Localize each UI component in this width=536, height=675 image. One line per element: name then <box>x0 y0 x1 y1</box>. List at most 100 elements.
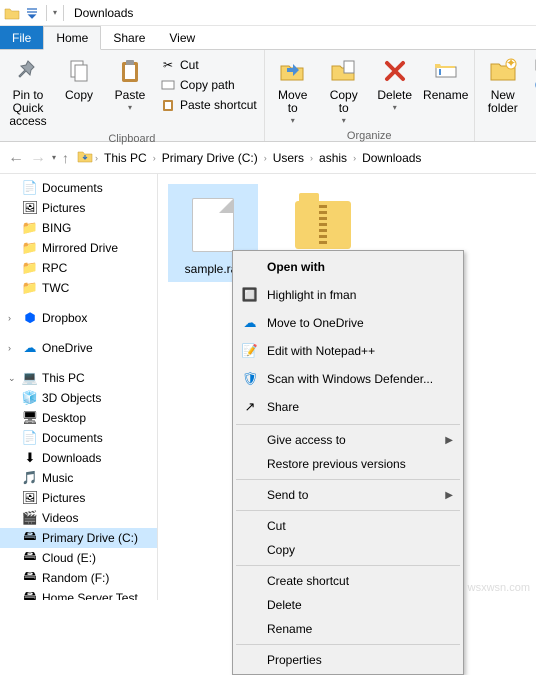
blank-icon <box>241 258 259 276</box>
submenu-arrow-icon: ▶ <box>445 490 453 501</box>
back-button[interactable]: ← <box>8 149 24 167</box>
sidebar-item-rpc[interactable]: 📁RPC <box>0 258 157 278</box>
documents-icon: 📄 <box>22 430 38 446</box>
copy-path-button[interactable]: Copy path <box>157 75 260 95</box>
chevron-down-icon: ▾ <box>128 104 132 113</box>
tab-view[interactable]: View <box>157 26 207 49</box>
copy-button[interactable]: Copy <box>55 53 103 131</box>
sidebar-item-this-pc[interactable]: ⌄💻This PC <box>0 368 157 388</box>
pin-to-quick-access-button[interactable]: Pin to Quick access <box>4 53 52 131</box>
menu-highlight-fman[interactable]: 🔲 Highlight in fman <box>235 281 461 309</box>
sidebar-item-desktop[interactable]: 🖥Desktop <box>0 408 157 428</box>
sidebar-item-documents2[interactable]: 📄Documents <box>0 428 157 448</box>
zip-folder-icon <box>295 201 351 249</box>
collapse-icon[interactable]: ⌄ <box>8 373 18 384</box>
folder-icon: 📁 <box>22 280 38 296</box>
folder-icon: 📁 <box>22 220 38 236</box>
menu-move-onedrive[interactable]: ☁ Move to OneDrive <box>235 309 461 337</box>
pictures-icon: 🖼 <box>22 200 38 216</box>
menu-cut[interactable]: Cut <box>235 514 461 538</box>
crumb-ashis[interactable]: ashis <box>315 149 351 167</box>
paste-icon <box>114 55 146 87</box>
menu-send-to[interactable]: Send to ▶ <box>235 483 461 507</box>
sidebar-item-onedrive[interactable]: ›☁OneDrive <box>0 338 157 358</box>
chevron-down-icon: ▾ <box>393 104 397 113</box>
crumb-users[interactable]: Users <box>269 149 308 167</box>
menu-scan-defender[interactable]: 🛡 Scan with Windows Defender... <box>235 365 461 393</box>
menu-properties[interactable]: Properties <box>235 648 461 672</box>
history-dropdown[interactable]: ▾ <box>52 153 56 162</box>
move-to-button[interactable]: Move to ▾ <box>269 53 317 128</box>
sidebar-item-3d-objects[interactable]: 🧊3D Objects <box>0 388 157 408</box>
sidebar-item-videos[interactable]: 🎬Videos <box>0 508 157 528</box>
menu-separator <box>236 424 460 425</box>
copy-to-button[interactable]: Copy to ▾ <box>320 53 368 128</box>
tab-share[interactable]: Share <box>101 26 157 49</box>
sidebar-item-home-server[interactable]: 🖴Home Server Test <box>0 588 157 600</box>
new-item-button[interactable]: New item ▾ <box>530 55 536 75</box>
pc-icon: 💻 <box>22 370 38 386</box>
cut-button[interactable]: ✂ Cut <box>157 55 260 75</box>
sidebar-item-music[interactable]: 🎵Music <box>0 468 157 488</box>
folder-icon: 📁 <box>22 240 38 256</box>
sidebar-item-pictures2[interactable]: 🖼Pictures <box>0 488 157 508</box>
crumb-downloads[interactable]: Downloads <box>358 149 425 167</box>
menu-copy[interactable]: Copy <box>235 538 461 562</box>
sidebar-item-dropbox[interactable]: ›⬢Dropbox <box>0 308 157 328</box>
down-arrow-icon <box>24 5 40 21</box>
sidebar-item-primary-drive[interactable]: 🖴Primary Drive (C:) <box>0 528 157 548</box>
menu-give-access[interactable]: Give access to ▶ <box>235 428 461 452</box>
menu-rename[interactable]: Rename <box>235 617 461 641</box>
menu-edit-notepad[interactable]: 📝 Edit with Notepad++ <box>235 337 461 365</box>
ribbon-tabs: File Home Share View <box>0 26 536 50</box>
chevron-down-icon[interactable]: ▾ <box>53 8 57 17</box>
drive-icon: 🖴 <box>22 530 38 546</box>
menu-create-shortcut[interactable]: Create shortcut <box>235 569 461 593</box>
up-button[interactable]: ↑ <box>62 150 69 166</box>
sidebar-item-documents[interactable]: 📄Documents <box>0 178 157 198</box>
sidebar-item-mirrored[interactable]: 📁Mirrored Drive <box>0 238 157 258</box>
separator <box>63 5 64 21</box>
menu-separator <box>236 644 460 645</box>
breadcrumb[interactable]: › This PC › Primary Drive (C:) › Users ›… <box>77 149 528 167</box>
menu-restore-versions[interactable]: Restore previous versions <box>235 452 461 476</box>
documents-icon: 📄 <box>22 180 38 196</box>
crumb-primary[interactable]: Primary Drive (C:) <box>158 149 262 167</box>
group-label-clipboard: Clipboard <box>4 131 260 146</box>
delete-button[interactable]: Delete ▾ <box>371 53 419 128</box>
easy-access-button[interactable]: Easy access ▾ <box>530 75 536 95</box>
shield-icon: 🛡 <box>241 370 259 388</box>
new-folder-button[interactable]: ✦ New folder <box>479 53 527 126</box>
sidebar-item-downloads[interactable]: ⬇Downloads <box>0 448 157 468</box>
rename-icon <box>430 55 462 87</box>
tab-file[interactable]: File <box>0 26 43 49</box>
scissors-icon: ✂ <box>160 57 176 73</box>
menu-separator <box>236 565 460 566</box>
downloads-icon: ⬇ <box>22 450 38 466</box>
chevron-down-icon: ▾ <box>291 117 295 126</box>
menu-delete[interactable]: Delete <box>235 593 461 617</box>
pin-icon <box>12 55 44 87</box>
sidebar-item-random-drive[interactable]: 🖴Random (F:) <box>0 568 157 588</box>
sidebar-item-pictures[interactable]: 🖼Pictures <box>0 198 157 218</box>
menu-open-with[interactable]: Open with <box>235 253 461 281</box>
tab-home[interactable]: Home <box>43 26 101 50</box>
quick-access-toolbar: ▾ Downloads <box>0 0 536 26</box>
sidebar-item-bing[interactable]: 📁BING <box>0 218 157 238</box>
menu-separator <box>236 479 460 480</box>
group-label-new: New <box>479 126 536 141</box>
menu-share[interactable]: ↗ Share <box>235 393 461 421</box>
expand-icon[interactable]: › <box>8 313 18 323</box>
navigation-pane[interactable]: 📄Documents 🖼Pictures 📁BING 📁Mirrored Dri… <box>0 174 158 600</box>
desktop-icon: 🖥 <box>22 410 38 426</box>
expand-icon[interactable]: › <box>8 343 18 353</box>
copy-path-icon <box>160 77 176 93</box>
sidebar-item-cloud-drive[interactable]: 🖴Cloud (E:) <box>0 548 157 568</box>
paste-shortcut-button[interactable]: Paste shortcut <box>157 95 260 115</box>
share-icon: ↗ <box>241 398 259 416</box>
sidebar-item-twc[interactable]: 📁TWC <box>0 278 157 298</box>
crumb-this-pc[interactable]: This PC <box>100 149 151 167</box>
rename-button[interactable]: Rename <box>422 53 470 128</box>
forward-button[interactable]: → <box>30 149 46 167</box>
paste-button[interactable]: Paste ▾ <box>106 53 154 131</box>
